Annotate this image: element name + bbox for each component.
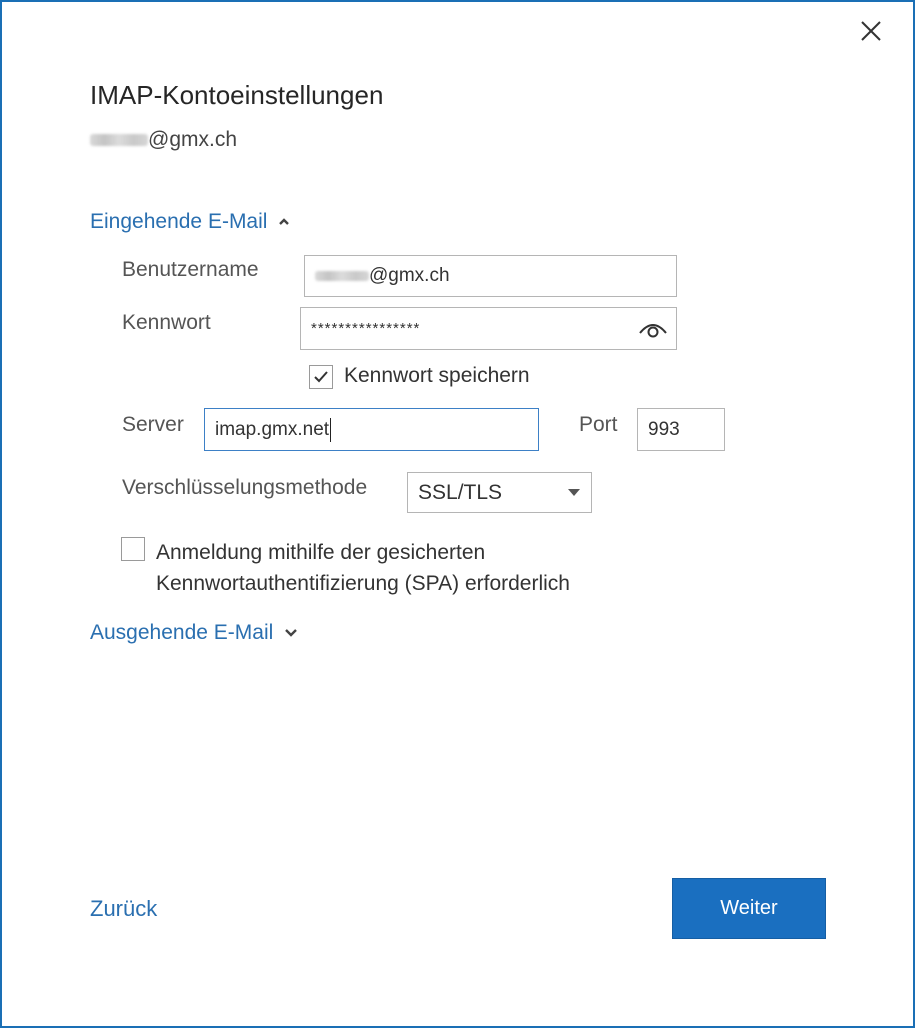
incoming-mail-toggle[interactable]: Eingehende E-Mail [90, 210, 291, 234]
account-email-domain: @gmx.ch [148, 128, 238, 151]
save-password-label: Kennwort speichern [344, 364, 530, 387]
dialog-title: IMAP-Kontoeinstellungen [90, 80, 384, 110]
port-label: Port [579, 413, 618, 436]
spa-label-line1: Anmeldung mithilfe der gesicherten [156, 541, 486, 564]
show-password-button[interactable] [636, 314, 670, 342]
encryption-select[interactable]: SSL/TLS [407, 472, 592, 513]
dropdown-arrow-icon [568, 489, 580, 496]
text-caret [330, 417, 332, 442]
chevron-down-icon [285, 629, 298, 637]
next-button[interactable]: Weiter [672, 878, 826, 939]
imap-settings-dialog: IMAP-Kontoeinstellungen @gmx.ch Eingehen… [0, 0, 915, 1028]
checkmark-icon [314, 371, 328, 383]
eye-icon [639, 324, 667, 338]
save-password-checkbox[interactable] [309, 365, 333, 389]
port-input[interactable]: 993 [637, 408, 725, 451]
server-label: Server [122, 413, 184, 436]
chevron-up-icon [279, 218, 290, 225]
outgoing-mail-label: Ausgehende E-Mail [90, 621, 274, 644]
close-button[interactable] [854, 14, 888, 48]
username-label: Benutzername [122, 258, 259, 281]
port-value: 993 [648, 418, 680, 440]
password-input[interactable]: **************** [300, 307, 677, 350]
password-value: **************** [311, 320, 421, 337]
spa-label: Anmeldung mithilfe der gesicherten Kennw… [156, 537, 570, 599]
spa-label-line2: Kennwortauthentifizierung (SPA) erforder… [156, 572, 570, 595]
password-label: Kennwort [122, 311, 211, 334]
server-value: imap.gmx.net [215, 418, 330, 440]
redacted-username [90, 134, 148, 146]
username-domain: @gmx.ch [369, 265, 450, 286]
back-link[interactable]: Zurück [90, 896, 157, 922]
account-email: @gmx.ch [90, 128, 237, 152]
incoming-mail-label: Eingehende E-Mail [90, 210, 268, 233]
close-icon [861, 21, 881, 41]
username-input[interactable]: @gmx.ch [304, 255, 677, 297]
outgoing-mail-toggle[interactable]: Ausgehende E-Mail [90, 621, 299, 645]
encryption-label: Verschlüsselungsmethode [122, 476, 368, 499]
encryption-value: SSL/TLS [418, 480, 503, 504]
server-input[interactable]: imap.gmx.net [204, 408, 539, 451]
redacted-username [315, 271, 369, 281]
spa-checkbox[interactable] [121, 537, 145, 561]
